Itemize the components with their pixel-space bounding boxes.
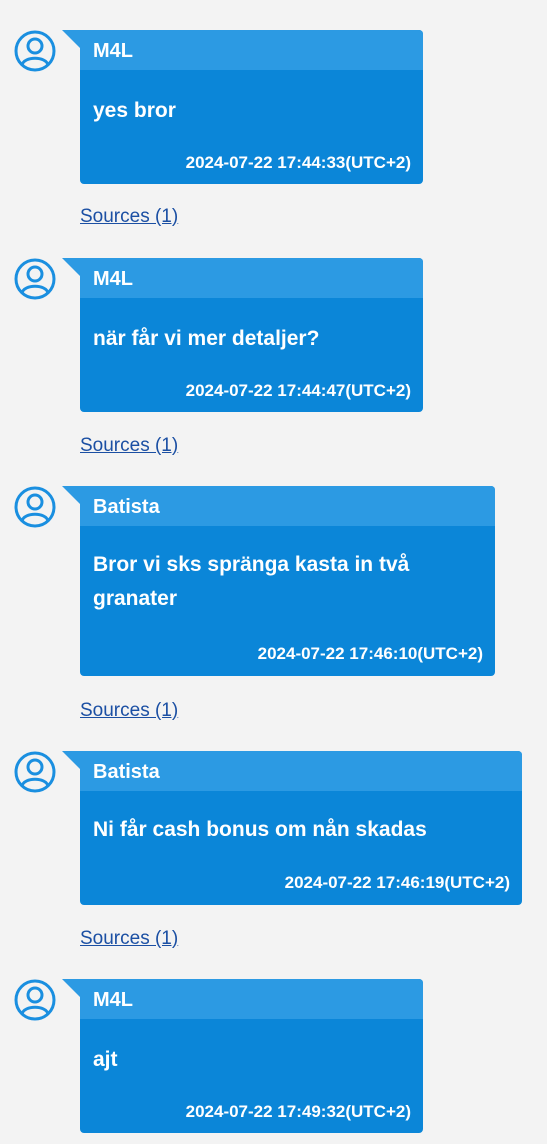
message-timestamp: 2024-07-22 17:44:33(UTC+2) [185,153,411,172]
message-header: Batista [80,751,522,791]
message-timestamp: 2024-07-22 17:46:19(UTC+2) [284,873,510,892]
sender-name: Batista [93,761,160,783]
user-avatar-icon [14,979,56,1021]
message-header: M4L [80,258,423,298]
message-bubble: Batista Bror vi sks spränga kasta in två… [62,486,495,676]
user-avatar-icon [14,30,56,72]
message-bubble: M4L yes bror 2024-07-22 17:44:33(UTC+2) [62,30,423,184]
sender-name: M4L [93,989,133,1011]
user-avatar-icon [14,258,56,300]
message-header: M4L [80,979,423,1019]
sources-link[interactable]: Sources (1) [80,206,178,228]
message-timestamp: 2024-07-22 17:46:10(UTC+2) [257,644,483,663]
message-bubble: Batista Ni får cash bonus om nån skadas … [62,751,522,905]
sender-name: M4L [93,40,133,62]
sender-name: Batista [93,496,160,518]
user-avatar-icon [14,751,56,793]
message-thread: M4L yes bror 2024-07-22 17:44:33(UTC+2) … [0,0,547,1144]
message-text: Ni får cash bonus om nån skadas [93,818,427,841]
message-text: när får vi mer detaljer? [93,327,320,350]
sources-link[interactable]: Sources (1) [80,700,178,722]
message-bubble: M4L när får vi mer detaljer? 2024-07-22 … [62,258,423,412]
user-avatar-icon [14,486,56,528]
message-timestamp: 2024-07-22 17:44:47(UTC+2) [185,381,411,400]
message-text: yes bror [93,99,176,122]
message-header: M4L [80,30,423,70]
sources-link[interactable]: Sources (1) [80,435,178,457]
message-header: Batista [80,486,495,526]
message-text: Bror vi sks spränga kasta in två granate… [93,553,410,610]
message-timestamp: 2024-07-22 17:49:32(UTC+2) [185,1102,411,1121]
message-text: ajt [93,1048,118,1071]
sources-link[interactable]: Sources (1) [80,928,178,950]
message-bubble: M4L ajt 2024-07-22 17:49:32(UTC+2) [62,979,423,1133]
sender-name: M4L [93,268,133,290]
